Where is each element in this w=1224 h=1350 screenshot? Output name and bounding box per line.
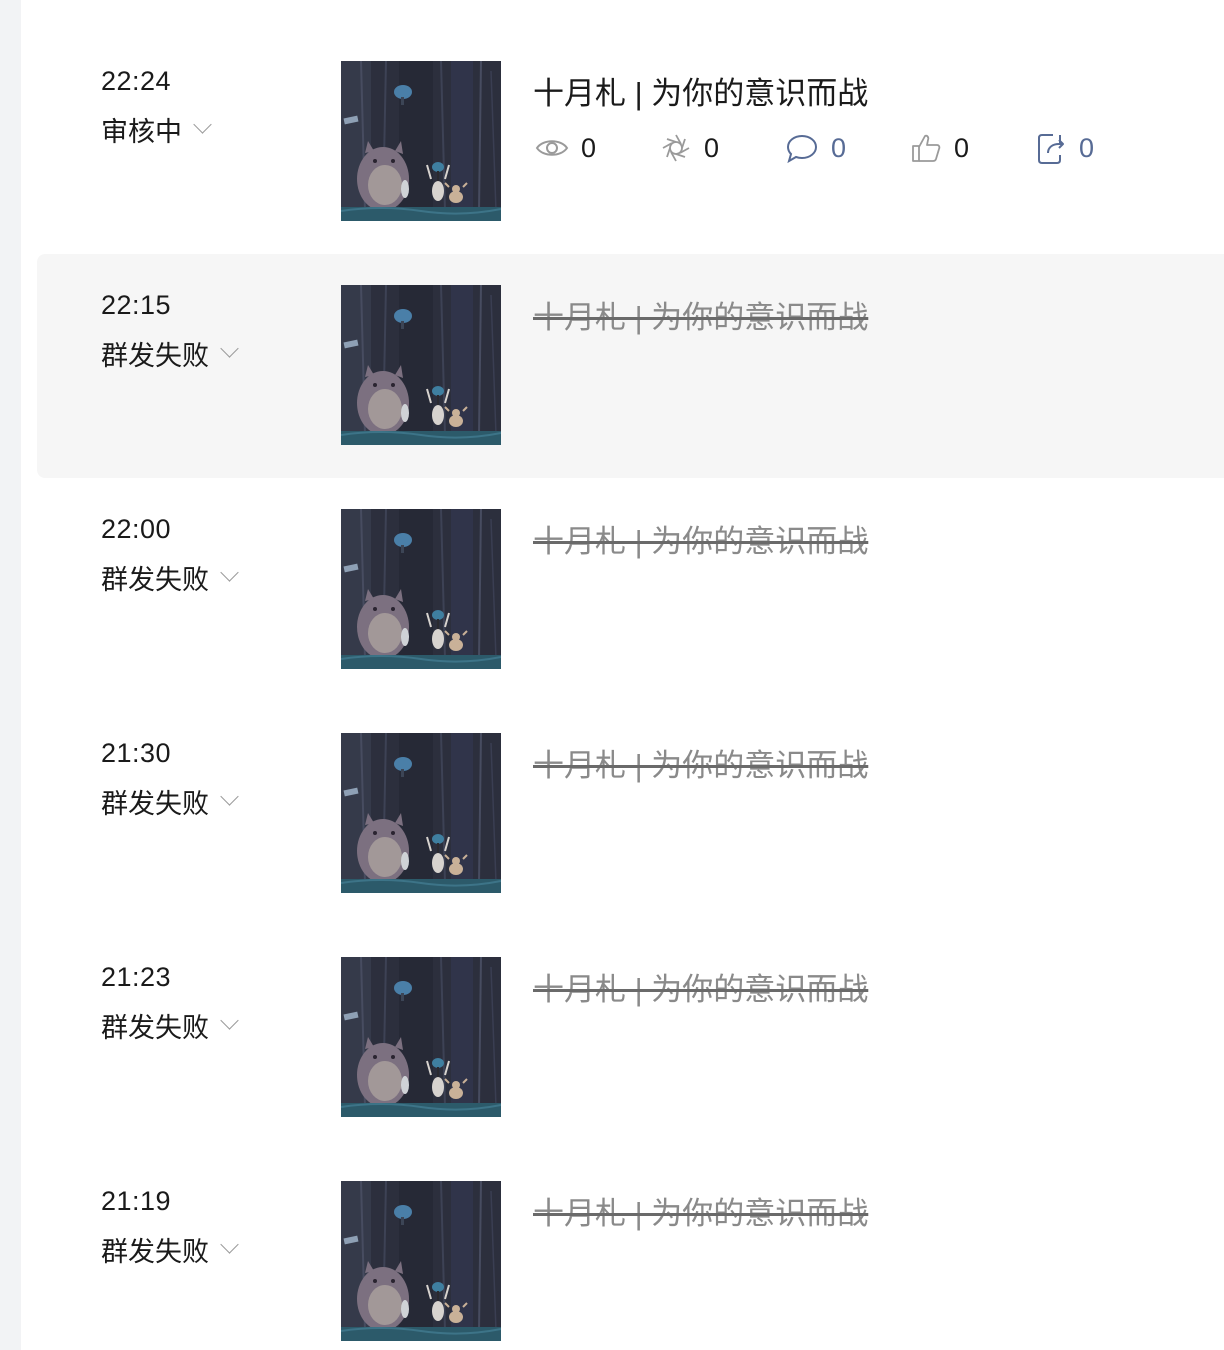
article-row[interactable]: 21:30 群发失败 十月札 | 为你的意识而战: [37, 702, 1224, 926]
comments-count: 0: [831, 132, 847, 163]
eye-icon: [535, 136, 569, 160]
chevron-down-icon[interactable]: [220, 563, 239, 582]
article-cover-image[interactable]: [341, 1181, 501, 1341]
article-publish-list-page: 22:24 审核中 十月札 | 为你的意识而战 0 0 0 0 0 22:15 …: [0, 0, 1224, 1350]
publish-time: 21:30: [101, 738, 172, 768]
status-label: 群发失败: [101, 341, 209, 371]
status-dropdown[interactable]: 群发失败: [101, 1006, 239, 1045]
moments-stat[interactable]: 0: [660, 132, 785, 164]
article-row[interactable]: 21:23 群发失败 十月札 | 为你的意识而战: [37, 926, 1224, 1150]
article-cover-image[interactable]: [341, 957, 501, 1117]
forwards-stat[interactable]: 0: [1035, 131, 1160, 165]
publish-time: 22:24: [101, 66, 172, 96]
publish-time: 22:00: [101, 514, 172, 544]
article-title[interactable]: 十月札 | 为你的意识而战: [533, 292, 868, 337]
status-dropdown[interactable]: 群发失败: [101, 1230, 239, 1269]
status-label: 群发失败: [101, 1237, 209, 1267]
article-title[interactable]: 十月札 | 为你的意识而战: [533, 68, 868, 113]
status-label: 群发失败: [101, 565, 209, 595]
article-cover-image[interactable]: [341, 509, 501, 669]
article-cover-image[interactable]: [341, 61, 501, 221]
thumbs-up-icon: [910, 132, 942, 164]
comments-stat[interactable]: 0: [785, 132, 910, 164]
chevron-down-icon[interactable]: [220, 1235, 239, 1254]
status-label: 群发失败: [101, 789, 209, 819]
status-label: 群发失败: [101, 1013, 209, 1043]
likes-stat[interactable]: 0: [910, 132, 1035, 164]
article-title[interactable]: 十月札 | 为你的意识而战: [533, 740, 868, 785]
chevron-down-icon[interactable]: [220, 339, 239, 358]
left-rail: [0, 0, 21, 1350]
moments-count: 0: [704, 132, 720, 163]
status-dropdown[interactable]: 群发失败: [101, 334, 239, 373]
status-dropdown[interactable]: 审核中: [101, 110, 212, 149]
article-row[interactable]: 22:00 群发失败 十月札 | 为你的意识而战: [37, 478, 1224, 702]
status-dropdown[interactable]: 群发失败: [101, 782, 239, 821]
article-row[interactable]: 22:15 群发失败 十月札 | 为你的意识而战: [37, 254, 1224, 478]
moments-icon: [660, 132, 692, 164]
status-dropdown[interactable]: 群发失败: [101, 558, 239, 597]
status-label: 审核中: [101, 117, 182, 147]
article-row[interactable]: 21:19 群发失败 十月札 | 为你的意识而战: [37, 1150, 1224, 1350]
article-cover-image[interactable]: [341, 733, 501, 893]
article-title[interactable]: 十月札 | 为你的意识而战: [533, 964, 868, 1009]
publish-time: 21:19: [101, 1186, 172, 1216]
article-row[interactable]: 22:24 审核中 十月札 | 为你的意识而战 0 0 0 0 0: [37, 30, 1224, 254]
forwards-count: 0: [1079, 132, 1095, 163]
views-stat[interactable]: 0: [535, 133, 660, 164]
publish-time: 21:23: [101, 962, 172, 992]
publish-time: 22:15: [101, 290, 172, 320]
forward-icon: [1035, 131, 1067, 165]
article-title[interactable]: 十月札 | 为你的意识而战: [533, 516, 868, 561]
comment-icon: [785, 132, 819, 164]
chevron-down-icon[interactable]: [220, 1011, 239, 1030]
article-cover-image[interactable]: [341, 285, 501, 445]
article-title[interactable]: 十月札 | 为你的意识而战: [533, 1188, 868, 1233]
chevron-down-icon[interactable]: [220, 787, 239, 806]
article-stats: 0 0 0 0 0: [535, 128, 1160, 168]
chevron-down-icon[interactable]: [193, 115, 212, 134]
likes-count: 0: [954, 132, 970, 163]
article-list: 22:24 审核中 十月札 | 为你的意识而战 0 0 0 0 0 22:15 …: [37, 30, 1224, 1350]
views-count: 0: [581, 132, 597, 163]
